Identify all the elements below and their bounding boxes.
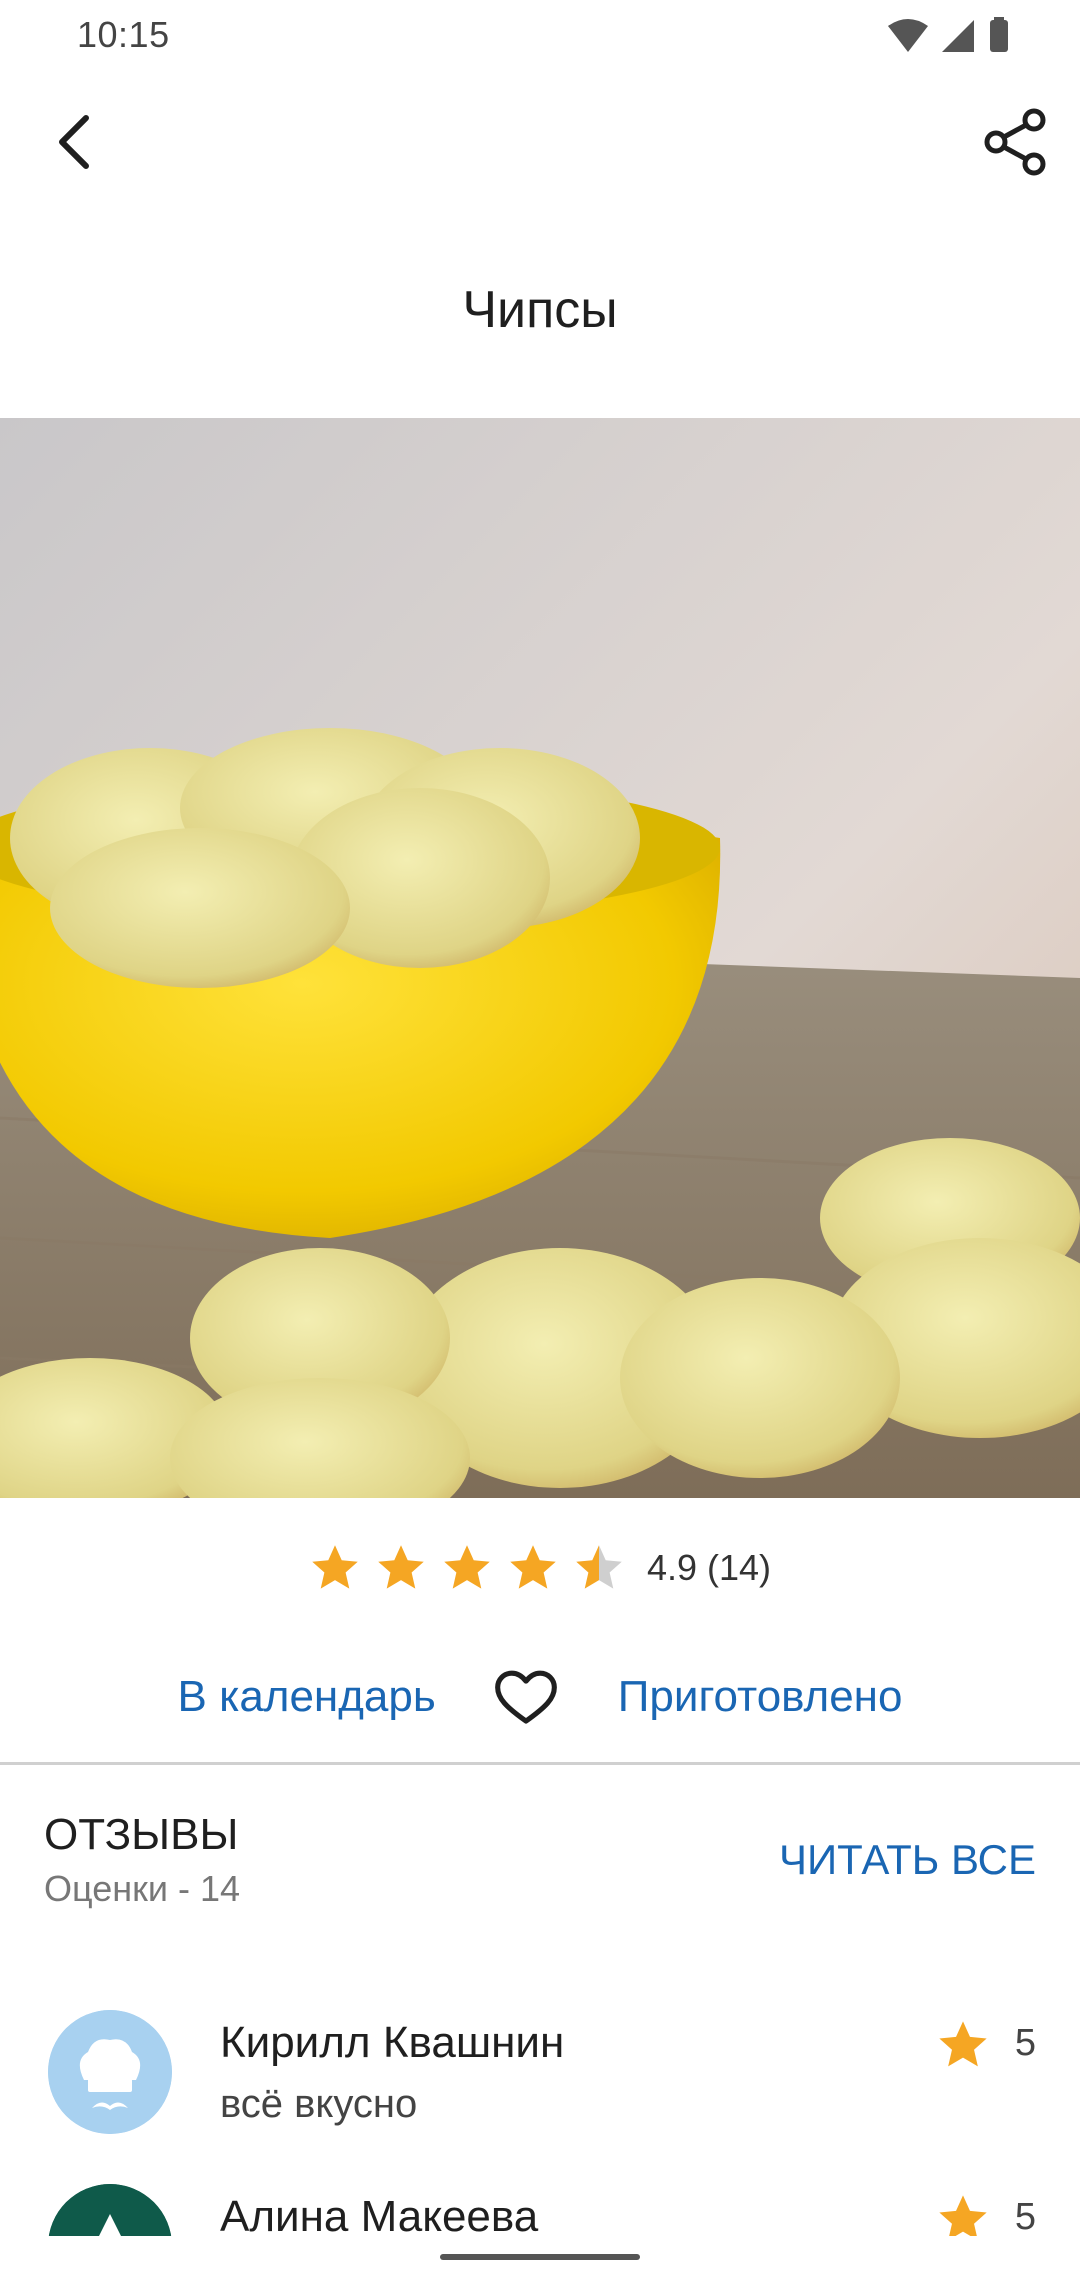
reviews-title: ОТЗЫВЫ: [44, 1810, 239, 1859]
wifi-icon: [888, 19, 928, 52]
review-author: Алина Макеева: [220, 2192, 539, 2241]
rating-text: 4.9 (14): [646, 1547, 772, 1588]
signal-icon: [942, 20, 974, 52]
status-time: 10:15: [77, 14, 170, 55]
recipe-photo: [0, 418, 1080, 1498]
add-to-calendar-link[interactable]: В календарь: [178, 1672, 436, 1722]
home-indicator[interactable]: [440, 2254, 640, 2260]
star-icon: [939, 2021, 987, 2067]
share-icon[interactable]: [978, 104, 1054, 180]
star-icon: [510, 1545, 556, 1589]
battery-icon: [990, 20, 1008, 52]
read-all-button[interactable]: ЧИТАТЬ ВСЕ: [779, 1836, 1036, 1884]
review-author: Кирилл Квашнин: [220, 2018, 565, 2067]
review-text: всё вкусно: [220, 2082, 418, 2126]
cooked-link[interactable]: Приготовлено: [618, 1672, 903, 1722]
status-icons: [888, 17, 1008, 52]
rating-row: 4.9 (14): [0, 1528, 1080, 1608]
divider: [0, 1762, 1080, 1765]
toolbar: [0, 72, 1080, 212]
star-icon: [378, 1545, 424, 1589]
avatar: [48, 2010, 172, 2134]
back-arrow-icon[interactable]: [40, 104, 116, 180]
review-rating: 5: [1014, 2022, 1036, 2064]
star-icon: [312, 1545, 358, 1589]
review-rating: 5: [1014, 2196, 1036, 2238]
chef-avatar-icon: [48, 2010, 172, 2134]
half-star-icon: [576, 1545, 622, 1589]
reviews-subtitle: Оценки - 14: [44, 1868, 241, 1909]
rating-stars: [309, 1542, 625, 1594]
review-item[interactable]: Кирилл Квашнин всё вкусно 5: [0, 2010, 1080, 2160]
heart-icon[interactable]: [492, 1663, 560, 1731]
status-bar: 10:15: [0, 0, 1080, 72]
star-icon: [444, 1545, 490, 1589]
recipe-actions: В календарь Приготовлено: [0, 1652, 1080, 1742]
page-title: Чипсы: [462, 281, 618, 339]
